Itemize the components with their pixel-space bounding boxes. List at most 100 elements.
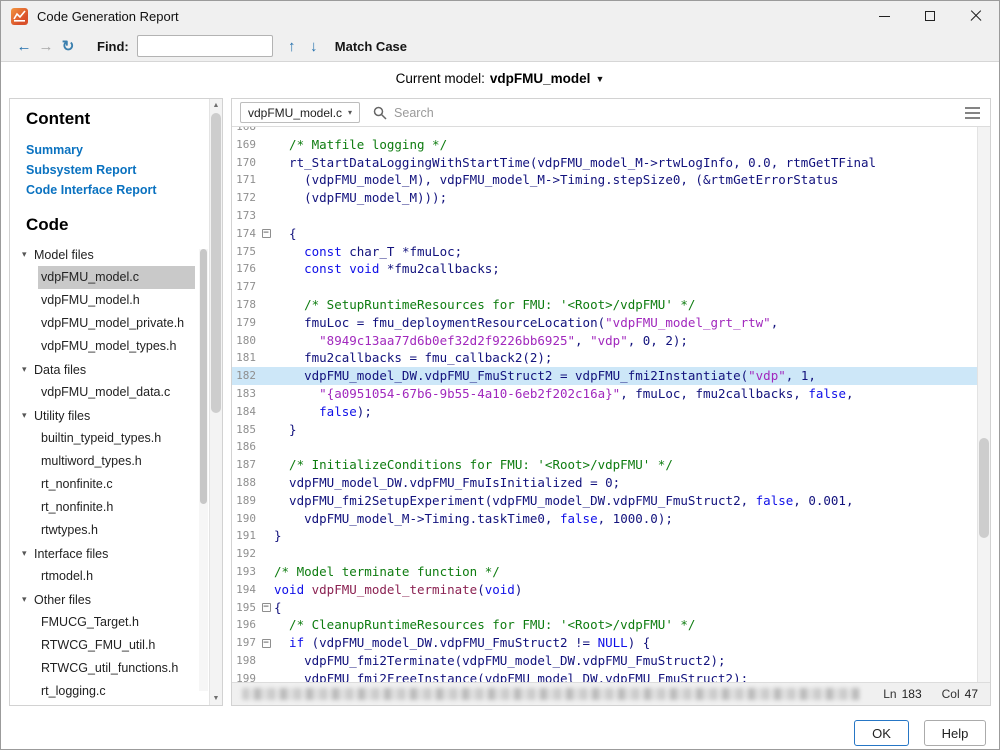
scrollbar-thumb[interactable] — [211, 113, 221, 413]
tree-item-rt-nonfinite-h[interactable]: rt_nonfinite.h — [38, 496, 195, 519]
fold-marker[interactable]: − — [258, 225, 274, 243]
collapse-icon[interactable]: − — [262, 639, 271, 648]
tree-item-rt-nonfinite-c[interactable]: rt_nonfinite.c — [38, 473, 195, 496]
tree-group-interface-files[interactable]: ▾Interface files — [26, 542, 209, 565]
code-line-189[interactable]: 189 vdpFMU_fmi2SetupExperiment(vdpFMU_mo… — [232, 492, 977, 510]
code-line-185[interactable]: 185 } — [232, 421, 977, 439]
code-line-177[interactable]: 177 — [232, 278, 977, 296]
scroll-up-icon[interactable]: ▲ — [210, 102, 222, 109]
code-line-199[interactable]: 199 vdpFMU_fmi2FreeInstance(vdpFMU_model… — [232, 670, 977, 682]
refresh-icon[interactable]: ↻ — [57, 37, 79, 55]
model-dropdown-caret-icon[interactable]: ▼ — [595, 74, 604, 84]
tree-item-vdpfmu-model-types-h[interactable]: vdpFMU_model_types.h — [38, 335, 195, 358]
sidebar-link-code-interface-report[interactable]: Code Interface Report — [26, 180, 209, 200]
file-selector-label: vdpFMU_model.c — [248, 106, 342, 120]
code-line-170[interactable]: 170 rt_StartDataLoggingWithStartTime(vdp… — [232, 154, 977, 172]
code-line-193[interactable]: 193/* Model terminate function */ — [232, 563, 977, 581]
tree-item-vdpfmu-model-private-h[interactable]: vdpFMU_model_private.h — [38, 312, 195, 335]
line-number: 196 — [232, 616, 258, 634]
tree-item-rtmodel-h[interactable]: rtmodel.h — [38, 565, 195, 588]
code-line-186[interactable]: 186 — [232, 438, 977, 456]
tree-group-label: Utility files — [34, 409, 90, 423]
search-input[interactable] — [394, 106, 965, 120]
tree-group-label: Data files — [34, 363, 86, 377]
minimize-button[interactable] — [861, 1, 907, 31]
code-line-171[interactable]: 171 (vdpFMU_model_M), vdpFMU_model_M->Ti… — [232, 171, 977, 189]
line-number: 199 — [232, 670, 258, 682]
code-line-168[interactable]: 168 — [232, 127, 977, 136]
code-line-181[interactable]: 181 fmu2callbacks = fmu_callback2(2); — [232, 349, 977, 367]
ok-button[interactable]: OK — [854, 720, 909, 746]
fold-spacer — [258, 581, 274, 599]
window-controls — [861, 1, 999, 31]
tree-item-rtwtypes-h[interactable]: rtwtypes.h — [38, 519, 195, 542]
scrollbar-thumb[interactable] — [200, 249, 207, 504]
tree-group-label: Model files — [34, 248, 94, 262]
help-button[interactable]: Help — [924, 720, 986, 746]
code-line-173[interactable]: 173 — [232, 207, 977, 225]
code-line-190[interactable]: 190 vdpFMU_model_M->Timing.taskTime0, fa… — [232, 510, 977, 528]
collapse-icon[interactable]: − — [262, 603, 271, 612]
line-number: 170 — [232, 154, 258, 172]
collapse-icon[interactable]: − — [262, 229, 271, 238]
code-line-196[interactable]: 196 /* CleanupRuntimeResources for FMU: … — [232, 616, 977, 634]
tree-item-multiword-types-h[interactable]: multiword_types.h — [38, 450, 195, 473]
code-line-172[interactable]: 172 (vdpFMU_model_M))); — [232, 189, 977, 207]
find-previous-icon[interactable]: ↑ — [281, 38, 303, 55]
match-case-toggle[interactable]: Match Case — [335, 39, 407, 54]
file-selector-dropdown[interactable]: vdpFMU_model.c ▾ — [240, 102, 360, 123]
fold-marker[interactable]: − — [258, 634, 274, 652]
sidebar-link-summary[interactable]: Summary — [26, 140, 209, 160]
scrollbar-thumb[interactable] — [979, 438, 989, 538]
tree-group-other-files[interactable]: ▾Other files — [26, 588, 209, 611]
code-line-194[interactable]: 194void vdpFMU_model_terminate(void) — [232, 581, 977, 599]
tree-item-vdpfmu-model-h[interactable]: vdpFMU_model.h — [38, 289, 195, 312]
fold-spacer — [258, 154, 274, 172]
code-line-198[interactable]: 198 vdpFMU_fmi2Terminate(vdpFMU_model_DW… — [232, 652, 977, 670]
code-line-180[interactable]: 180 "8949c13aa77d6b0ef32d2f9226bb6925", … — [232, 332, 977, 350]
menu-icon[interactable] — [965, 107, 980, 119]
code-line-192[interactable]: 192 — [232, 545, 977, 563]
code-line-179[interactable]: 179 fmuLoc = fmu_deploymentResourceLocat… — [232, 314, 977, 332]
tree-item-fmucg-target-h[interactable]: FMUCG_Target.h — [38, 611, 195, 634]
fold-spacer — [258, 278, 274, 296]
tree-item-builtin-typeid-types-h[interactable]: builtin_typeid_types.h — [38, 427, 195, 450]
sidebar-scrollbar[interactable]: ▲ ▼ — [209, 99, 222, 705]
tree-group-data-files[interactable]: ▾Data files — [26, 358, 209, 381]
tree-item-rtwcg-fmu-util-h[interactable]: RTWCG_FMU_util.h — [38, 634, 195, 657]
tree-scrollbar[interactable] — [199, 249, 208, 691]
tree-item-vdpfmu-model-c[interactable]: vdpFMU_model.c — [38, 266, 195, 289]
tree-item-vdpfmu-model-data-c[interactable]: vdpFMU_model_data.c — [38, 381, 195, 404]
code-line-183[interactable]: 183 "{a0951054-67b6-9b55-4a10-6eb2f202c1… — [232, 385, 977, 403]
current-model-label: Current model: — [396, 71, 485, 86]
code-line-169[interactable]: 169 /* Matfile logging */ — [232, 136, 977, 154]
close-button[interactable] — [953, 1, 999, 31]
code-line-197[interactable]: 197− if (vdpFMU_model_DW.vdpFMU_FmuStruc… — [232, 634, 977, 652]
code-text: vdpFMU_model_M->Timing.taskTime0, false,… — [274, 510, 673, 528]
forward-icon[interactable]: → — [35, 38, 57, 55]
tree-item-rtwcg-util-functions-h[interactable]: RTWCG_util_functions.h — [38, 657, 195, 680]
back-icon[interactable]: ← — [13, 38, 35, 55]
scroll-down-icon[interactable]: ▼ — [210, 695, 222, 702]
code-line-174[interactable]: 174− { — [232, 225, 977, 243]
code-line-191[interactable]: 191} — [232, 527, 977, 545]
find-input[interactable] — [137, 35, 273, 57]
tree-group-model-files[interactable]: ▾Model files — [26, 243, 209, 266]
maximize-button[interactable] — [907, 1, 953, 31]
code-line-187[interactable]: 187 /* InitializeConditions for FMU: '<R… — [232, 456, 977, 474]
code-line-178[interactable]: 178 /* SetupRuntimeResources for FMU: '<… — [232, 296, 977, 314]
code-line-195[interactable]: 195−{ — [232, 599, 977, 617]
find-next-icon[interactable]: ↓ — [303, 38, 325, 55]
code-line-184[interactable]: 184 false); — [232, 403, 977, 421]
code-scrollbar[interactable] — [977, 127, 990, 682]
code-line-188[interactable]: 188 vdpFMU_model_DW.vdpFMU_FmuIsInitiali… — [232, 474, 977, 492]
sidebar-link-subsystem-report[interactable]: Subsystem Report — [26, 160, 209, 180]
tree-group-utility-files[interactable]: ▾Utility files — [26, 404, 209, 427]
fold-marker[interactable]: − — [258, 599, 274, 617]
code-line-182[interactable]: 182 vdpFMU_model_DW.vdpFMU_FmuStruct2 = … — [232, 367, 977, 385]
current-model-name[interactable]: vdpFMU_model — [490, 71, 591, 86]
code-line-176[interactable]: 176 const void *fmu2callbacks; — [232, 260, 977, 278]
code-line-175[interactable]: 175 const char_T *fmuLoc; — [232, 243, 977, 261]
fold-spacer — [258, 510, 274, 528]
tree-item-rt-logging-c[interactable]: rt_logging.c — [38, 680, 195, 703]
